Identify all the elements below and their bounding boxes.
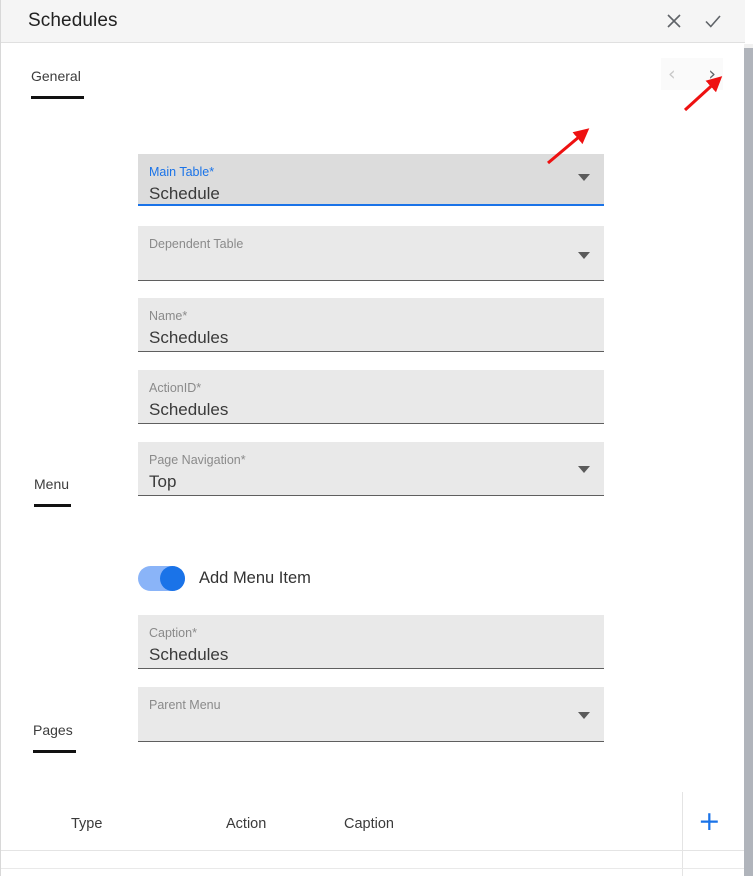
dependent-table-label: Dependent Table — [149, 237, 244, 251]
column-header-action: Action — [226, 816, 267, 832]
main-table-select[interactable]: Main Table* Schedule — [138, 154, 604, 206]
page-navigation-label: Page Navigation* — [149, 453, 246, 467]
add-menu-item-toggle[interactable] — [138, 566, 185, 591]
tab-general-label: General — [31, 68, 81, 84]
previous-page-button[interactable]: ‹ — [668, 64, 676, 84]
name-label: Name* — [149, 309, 188, 323]
add-page-button[interactable]: + — [698, 808, 721, 835]
tab-general-underline — [31, 96, 84, 99]
chevron-down-icon[interactable] — [578, 712, 590, 719]
parent-menu-label: Parent Menu — [149, 698, 221, 712]
caption-field[interactable]: Caption* Schedules — [138, 615, 604, 669]
name-field[interactable]: Name* Schedules — [138, 298, 604, 352]
tab-menu[interactable]: Menu — [34, 476, 71, 507]
dialog-titlebar: Schedules — [1, 0, 745, 43]
main-table-value: Schedule — [149, 184, 220, 203]
tab-pages-underline — [33, 750, 76, 753]
toggle-knob — [160, 566, 185, 591]
add-menu-item-label: Add Menu Item — [199, 569, 311, 587]
vertical-scrollbar-thumb[interactable] — [744, 48, 753, 876]
actionid-field[interactable]: ActionID* Schedules — [138, 370, 604, 424]
table-row: Form General — [1, 868, 745, 876]
dialog-body: ‹ › General Main Table* Schedule Depende… — [1, 44, 745, 876]
parent-menu-select[interactable]: Parent Menu — [138, 687, 604, 742]
chevron-down-icon[interactable] — [578, 252, 590, 259]
dependent-table-select[interactable]: Dependent Table — [138, 226, 604, 281]
next-page-button[interactable]: › — [708, 64, 716, 84]
caption-value: Schedules — [149, 645, 229, 664]
chevron-down-icon[interactable] — [578, 466, 590, 473]
titlebar-actions — [664, 11, 723, 31]
name-value: Schedules — [149, 328, 229, 347]
table-vertical-divider — [682, 792, 683, 876]
tab-general[interactable]: General — [31, 68, 84, 99]
actionid-value: Schedules — [149, 400, 229, 419]
chevron-down-icon[interactable] — [578, 174, 590, 181]
main-table-label: Main Table* — [149, 165, 215, 179]
add-menu-item-row: Add Menu Item — [138, 566, 311, 591]
column-header-type: Type — [71, 816, 103, 832]
checkmark-icon[interactable] — [703, 11, 723, 31]
page-navigation-select[interactable]: Page Navigation* Top — [138, 442, 604, 496]
page-navigation-value: Top — [149, 472, 177, 491]
close-x-icon[interactable] — [664, 11, 684, 31]
pages-table-header: Type Action Caption + — [1, 799, 745, 851]
tab-menu-label: Menu — [34, 476, 70, 492]
caption-label: Caption* — [149, 626, 197, 640]
page-navigation-controls: ‹ › — [661, 58, 723, 90]
tab-pages-label: Pages — [33, 722, 73, 738]
tab-menu-underline — [34, 504, 71, 507]
page-title: Schedules — [28, 10, 118, 31]
tab-pages[interactable]: Pages — [33, 722, 76, 753]
actionid-label: ActionID* — [149, 381, 202, 395]
schedules-dialog-window: Schedules ‹ › General Main Table* Schedu… — [0, 0, 753, 876]
column-header-caption: Caption — [344, 816, 394, 832]
